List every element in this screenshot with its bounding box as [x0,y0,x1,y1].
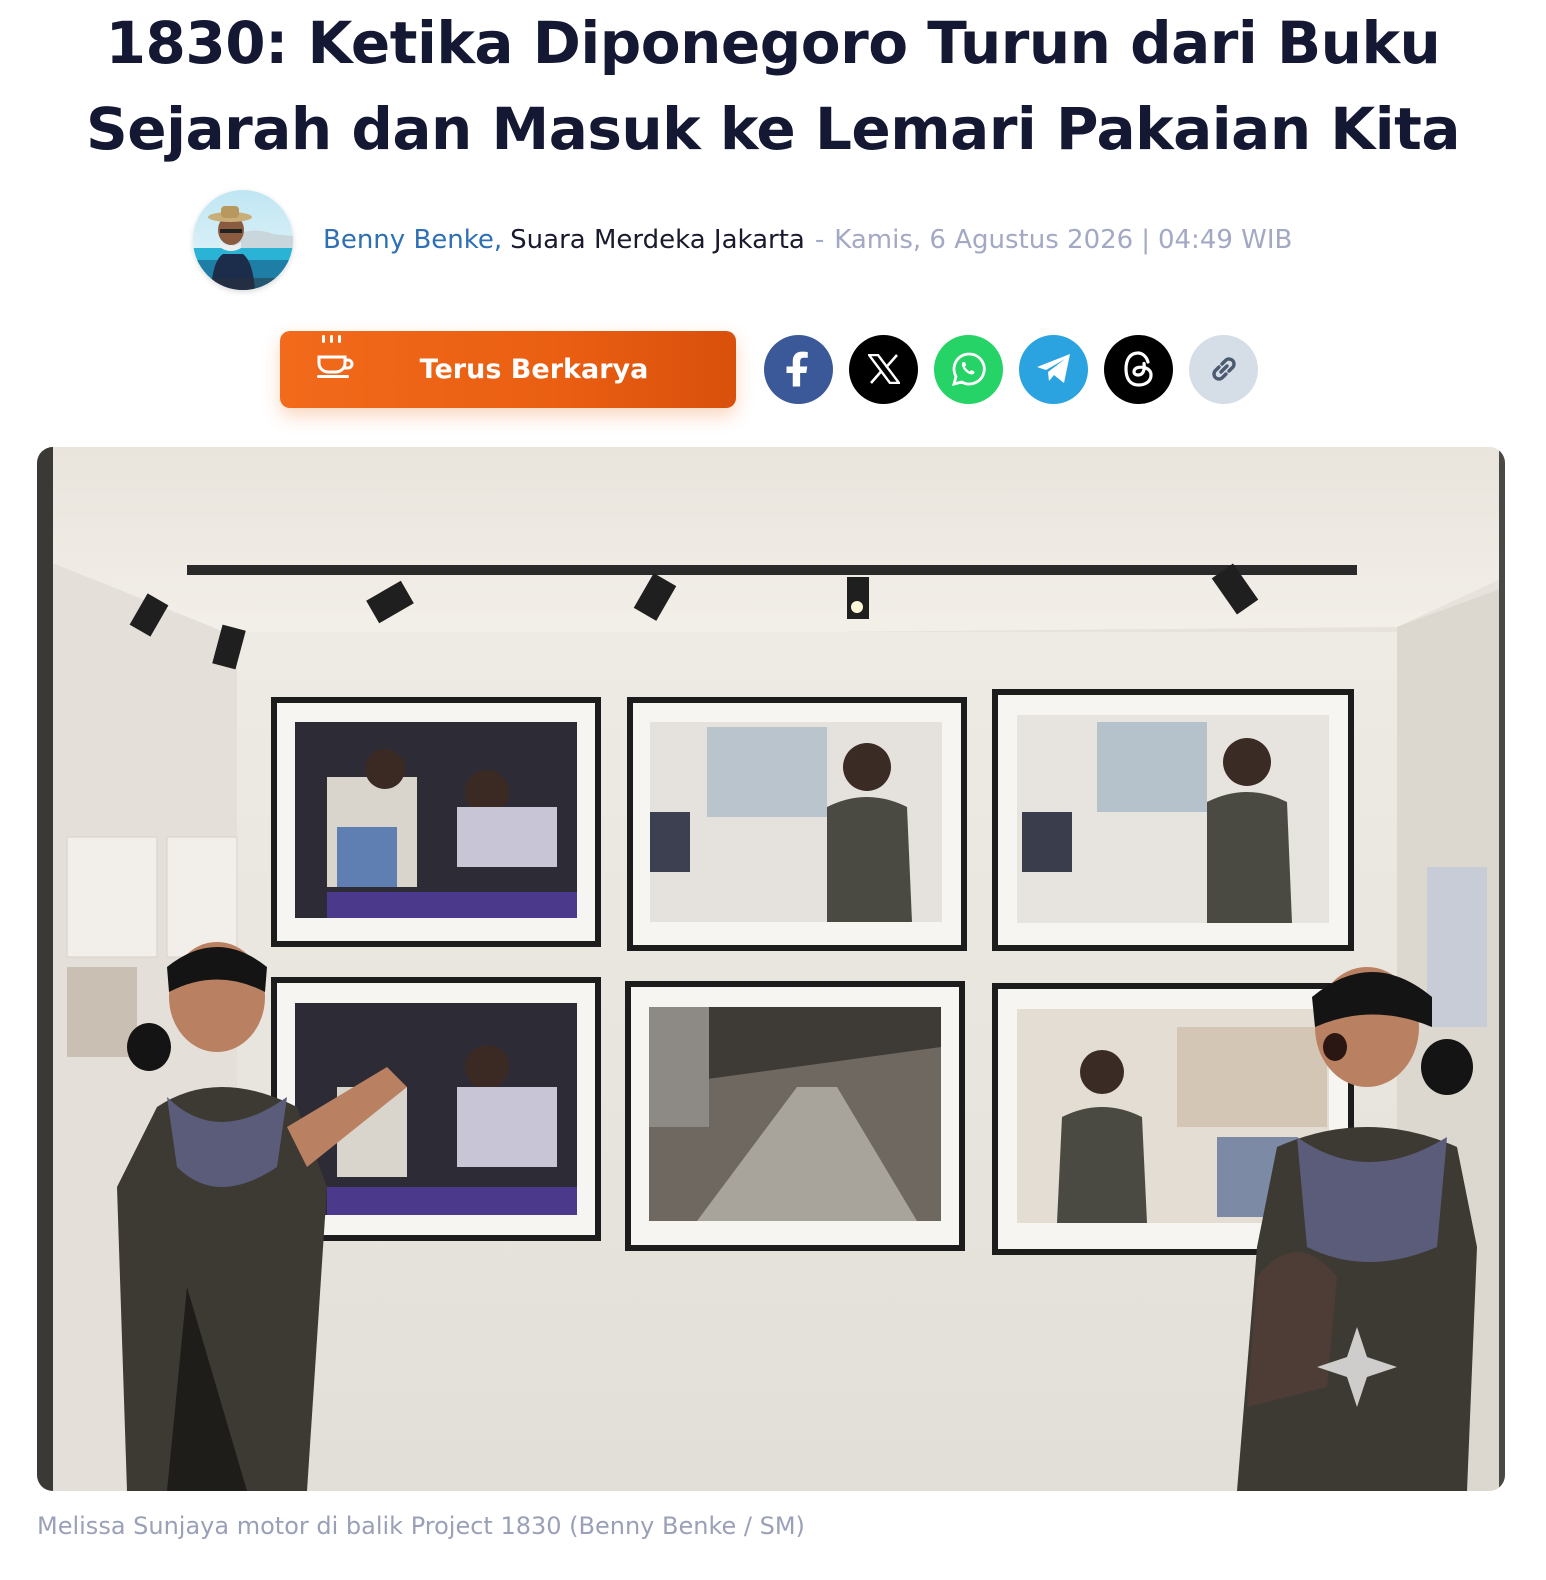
image-caption: Melissa Sunjaya motor di balik Project 1… [37,1512,805,1540]
publish-time: 04:49 WIB [1157,225,1293,255]
byline: Benny Benke, Suara Merdeka Jakarta - Kamis,… [193,190,1292,290]
gallery-photo [37,447,1505,1491]
telegram-icon [1036,354,1070,383]
share-x-button[interactable] [849,334,918,404]
publish-date: Kamis, 6 Agustus 2026 [834,225,1134,255]
hero-image[interactable] [37,447,1505,1491]
share-buttons [764,334,1274,404]
copy-link-button[interactable] [1189,334,1258,404]
share-telegram-button[interactable] [1019,334,1088,404]
support-button[interactable]: Terus Berkarya [280,330,736,408]
date-time-separator: | [1141,225,1150,255]
share-whatsapp-button[interactable] [934,334,1003,404]
article-headline: 1830: Ketika Diponegoro Turun dari Buku … [85,9,1461,163]
share-facebook-button[interactable] [764,334,833,404]
coffee-cup-icon [316,334,356,385]
frame-3 [992,689,1354,951]
share-threads-button[interactable] [1104,334,1173,404]
author-name-link[interactable]: Benny Benke [323,225,494,255]
author-avatar[interactable] [193,190,293,290]
article-meta: Benny Benke, Suara Merdeka Jakarta - Kamis,… [323,225,1292,255]
action-row: Terus Berkarya [280,330,1274,408]
threads-icon [1123,351,1153,387]
author-separator: , [493,225,503,255]
x-icon [867,354,900,384]
date-dash: - [814,225,825,255]
frame-1 [271,697,601,947]
link-icon [1211,357,1236,381]
facebook-icon [786,351,808,387]
outlet-name[interactable]: Suara Merdeka Jakarta [510,225,805,255]
support-button-label: Terus Berkarya [419,353,649,385]
frame-5 [625,981,965,1251]
whatsapp-icon [951,352,986,386]
frame-2 [627,697,967,951]
author-photo [193,190,293,290]
